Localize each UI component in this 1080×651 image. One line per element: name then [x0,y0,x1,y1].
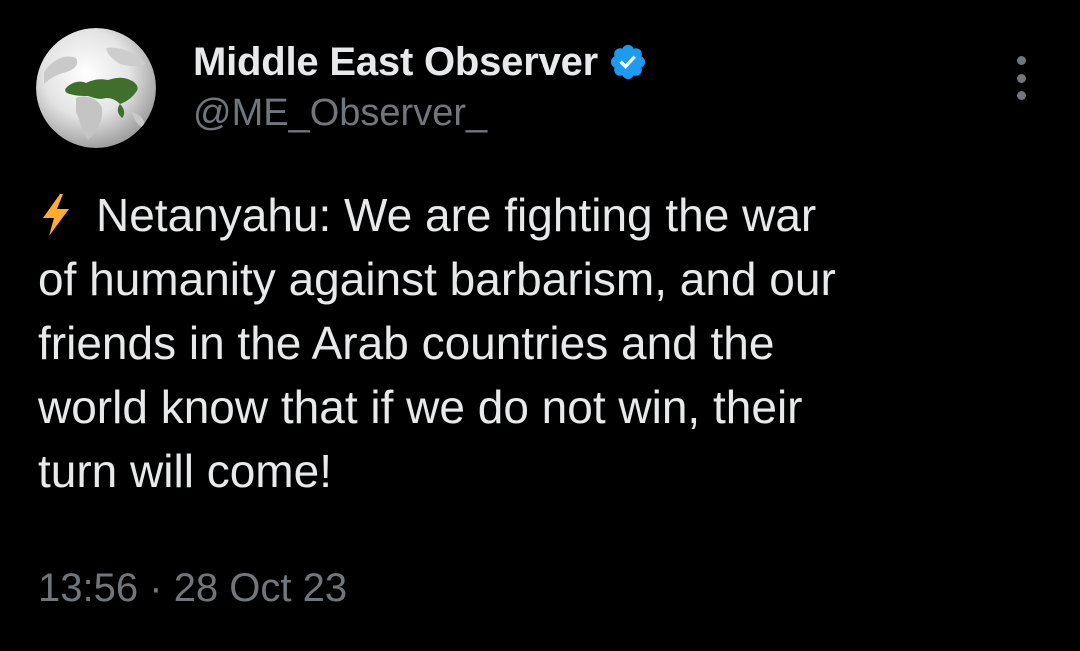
tweet-date: 28 Oct 23 [173,566,348,610]
more-options-icon[interactable] [1004,56,1038,100]
account-handle[interactable]: @ME_Observer_ [193,92,648,135]
account-names: Middle East Observer @ME_Observer_ [193,38,648,135]
tweet-text-line: of humanity against barbarism, and our [38,253,836,305]
more-dot [1016,91,1026,100]
verified-badge-icon [608,42,648,82]
tweet-text-line: friends in the Arab countries and the [38,317,775,369]
tweet-time: 13:56 [38,566,139,610]
tweet-card: Middle East Observer @ME_Observer_ Netan… [0,0,1080,651]
tweet-text-line: turn will come! [38,445,332,497]
tweet-text-line: world know that if we do not win, their [38,381,803,433]
globe-avatar-icon [36,28,156,148]
lightning-bolt-icon [38,189,74,236]
tweet-text: Netanyahu: We are fighting the war of hu… [38,183,1048,503]
avatar[interactable] [36,28,156,148]
more-dot [1016,73,1026,83]
timestamp-separator: · [149,566,163,610]
more-dot [1016,56,1026,65]
tweet-timestamp[interactable]: 13:56 · 28 Oct 23 [38,566,347,611]
display-name[interactable]: Middle East Observer [193,40,598,85]
display-name-row: Middle East Observer [193,38,648,86]
tweet-text-line: Netanyahu: We are fighting the war [96,189,817,241]
tweet-text-line-1: Netanyahu: We are fighting the war [38,183,1048,247]
